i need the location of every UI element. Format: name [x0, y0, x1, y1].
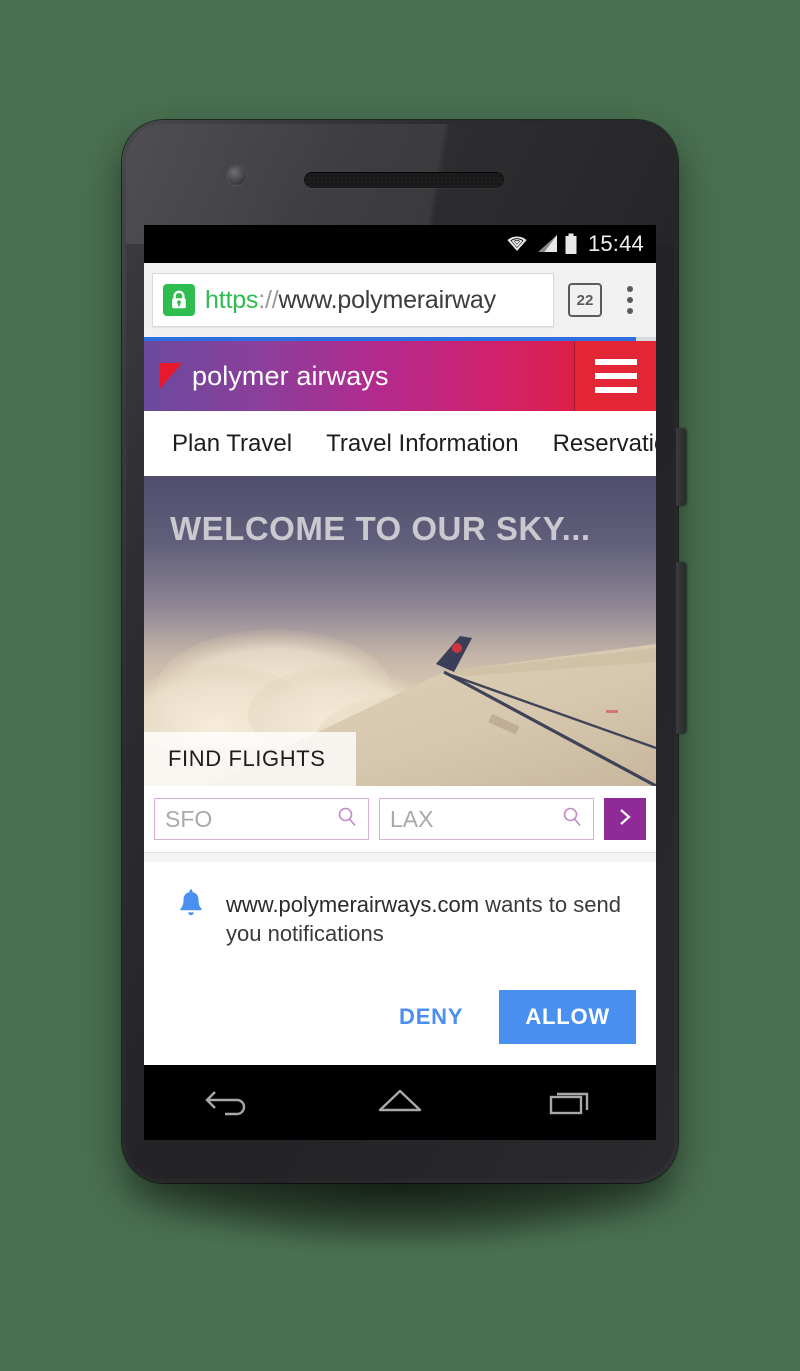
brand-name: polymer airways — [192, 360, 389, 391]
url-host: www.polymerairway — [278, 285, 496, 314]
permission-message: www.polymerairways.com wants to send you… — [226, 888, 636, 948]
site-header: polymer airways — [144, 341, 656, 411]
destination-value: LAX — [390, 805, 434, 832]
bell-icon — [176, 888, 206, 925]
permission-dialog-body: www.polymerairways.com wants to send you… — [164, 888, 636, 948]
wifi-icon — [504, 234, 530, 254]
origin-value: SFO — [165, 805, 213, 832]
hamburger-menu-icon[interactable] — [574, 341, 656, 411]
android-navigation-bar — [144, 1065, 656, 1140]
nav-item-plan-travel[interactable]: Plan Travel — [172, 430, 292, 458]
status-bar: 15:44 — [144, 225, 656, 263]
hamburger-bar — [594, 359, 637, 365]
earpiece-speaker — [304, 172, 504, 188]
magnifier-icon[interactable] — [561, 806, 583, 833]
tab-count-label: 22 — [576, 291, 594, 309]
menu-dot — [627, 286, 633, 292]
hero-banner: WELCOME TO OUR SKY... FIND FLIGHTS — [144, 476, 656, 786]
flight-search-row: SFO LAX — [144, 786, 656, 852]
omnibox-url: https://www.polymerairway — [205, 286, 496, 315]
permission-origin: www.polymerairways.com — [226, 892, 480, 917]
site-nav: Plan Travel Travel Information Reservati… — [144, 411, 656, 476]
origin-input[interactable]: SFO — [154, 798, 369, 840]
hero-title: WELCOME TO OUR SKY... — [170, 510, 591, 547]
battery-icon — [564, 233, 578, 255]
volume-rocker[interactable] — [676, 562, 686, 734]
power-button[interactable] — [676, 428, 686, 506]
tab-counter-button[interactable]: 22 — [568, 283, 602, 317]
lock-icon[interactable] — [163, 284, 195, 316]
deny-button[interactable]: DENY — [377, 992, 485, 1042]
omnibox[interactable]: https://www.polymerairway — [152, 273, 554, 327]
find-flights-tab[interactable]: FIND FLIGHTS — [144, 732, 356, 786]
phone-screen: 15:44 https://www.polymerairway 22 polym… — [144, 225, 656, 1140]
hamburger-bar — [594, 373, 637, 379]
url-separator: :// — [258, 285, 279, 314]
permission-dialog-actions: DENY ALLOW — [164, 990, 636, 1045]
back-button[interactable] — [203, 1080, 255, 1125]
hamburger-bar — [594, 387, 637, 393]
destination-input[interactable]: LAX — [379, 798, 594, 840]
overflow-menu-icon[interactable] — [616, 280, 644, 320]
triangle-logo-icon — [160, 363, 182, 389]
flight-search-submit-button[interactable] — [604, 798, 646, 840]
home-button[interactable] — [372, 1080, 428, 1125]
notification-permission-dialog: www.polymerairways.com wants to send you… — [144, 862, 656, 1063]
magnifier-icon[interactable] — [336, 806, 358, 833]
chevron-right-icon — [616, 806, 634, 833]
content-divider — [144, 852, 656, 862]
status-bar-clock: 15:44 — [587, 231, 644, 256]
front-camera — [227, 166, 246, 185]
site-brand[interactable]: polymer airways — [144, 361, 389, 392]
recents-button[interactable] — [545, 1080, 597, 1125]
menu-dot — [627, 308, 633, 314]
nav-item-reservations[interactable]: Reservations — [553, 430, 656, 458]
allow-button[interactable]: ALLOW — [499, 990, 636, 1045]
nav-item-travel-information[interactable]: Travel Information — [326, 430, 519, 458]
menu-dot — [627, 297, 633, 303]
cellular-signal-icon — [536, 234, 558, 254]
browser-toolbar: https://www.polymerairway 22 — [144, 263, 656, 337]
url-scheme: https — [205, 285, 259, 314]
